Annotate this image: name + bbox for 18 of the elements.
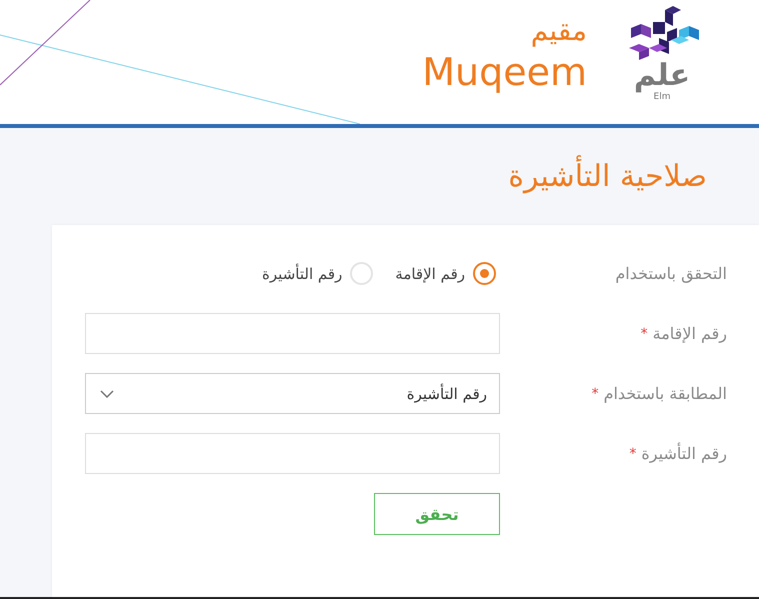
- field-label: المطابقة باستخدام: [604, 384, 727, 403]
- field-label: التحقق باستخدام: [615, 264, 727, 283]
- elm-logo-text: علم: [634, 60, 690, 92]
- required-asterisk: *: [629, 446, 636, 462]
- required-asterisk: *: [592, 386, 599, 402]
- dropdown-field[interactable]: رقم التأشيرة: [85, 373, 500, 414]
- radio-button[interactable]: [473, 262, 496, 285]
- input-field[interactable]: [85, 313, 500, 354]
- radio-option[interactable]: رقم التأشيرة: [262, 262, 374, 285]
- muqeem-logo-text: مقيم: [530, 13, 587, 49]
- field-label: رقم الإقامة: [652, 324, 727, 343]
- elm-logo-caption: Elm: [654, 92, 670, 103]
- chevron-down-icon: [100, 390, 114, 398]
- required-asterisk: *: [640, 326, 648, 342]
- radio-option[interactable]: رقم الإقامة: [395, 262, 496, 285]
- field-label: رقم التأشيرة: [641, 444, 727, 463]
- input-field[interactable]: [85, 433, 500, 474]
- muqeem-logo-wordmark: Muqeem: [422, 50, 587, 94]
